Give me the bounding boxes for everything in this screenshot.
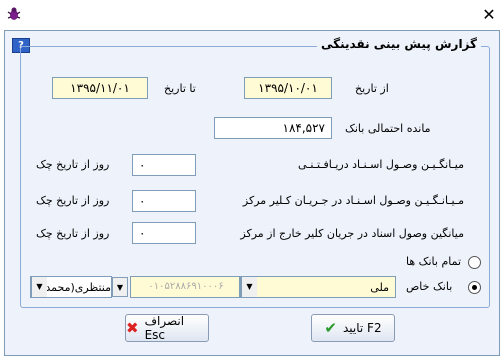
specific-bank-label: بانک خاص <box>406 280 453 293</box>
app-bug-icon <box>6 6 22 22</box>
cancel-button[interactable]: ✖ انصراف Esc <box>125 314 209 342</box>
avg-received-label: میـانگـیـن وصـول اسـنـاد دریـافـتـنـی <box>298 158 464 171</box>
title-bar <box>0 0 503 30</box>
chevron-down-icon[interactable]: ▼ <box>241 277 257 297</box>
account-number-value: ۰۱۰۵۲۸۸۶۹۱۰۰۰۶ <box>148 281 224 292</box>
account-owner-combo[interactable]: ▼ منتظری(محمد <box>30 276 112 298</box>
to-date-label: تا تاریخ <box>164 82 196 95</box>
avg-center-field[interactable]: ۰ <box>132 190 196 212</box>
confirm-button[interactable]: ✔ تایید F2 <box>311 314 395 342</box>
all-banks-label: تمام بانک ها <box>406 255 462 268</box>
close-icon[interactable]: ✕ <box>478 4 500 26</box>
from-date-field[interactable]: ۱۳۹۵/۱۰/۰۱ <box>244 77 332 99</box>
account-number-combo[interactable]: ۰۱۰۵۲۸۸۶۹۱۰۰۰۶ <box>130 276 240 298</box>
checkmark-icon: ✔ <box>324 319 337 337</box>
avg-center-label: مـیـانـگـیـن وصـول اسـنـاد در جـریـان کـ… <box>242 194 464 207</box>
chevron-down-icon[interactable]: ▼ <box>112 277 128 297</box>
all-banks-radio[interactable] <box>468 256 481 269</box>
bank-balance-field[interactable]: ۱۸۴,۵۲۷ <box>214 117 332 139</box>
from-date-label: از تاریخ <box>355 82 389 95</box>
group-title: گزارش پیش بینی نقدینگی <box>317 37 481 51</box>
avg-received-suffix: روز از تاریخ چک <box>36 158 110 171</box>
cancel-x-icon: ✖ <box>126 319 139 337</box>
specific-bank-radio[interactable] <box>468 281 481 294</box>
bank-balance-label: مانده احتمالی بانک <box>345 122 431 135</box>
account-owner-value: منتظری(محمد <box>47 281 111 294</box>
to-date-field[interactable]: ۱۳۹۵/۱۱/۰۱ <box>52 77 148 99</box>
cancel-button-label: انصراف Esc <box>144 314 185 342</box>
chevron-down-icon[interactable]: ▼ <box>31 277 47 297</box>
bank-name-value: ملی <box>370 281 389 294</box>
avg-received-field[interactable]: ۰ <box>132 154 196 176</box>
avg-outside-suffix: روز از تاریخ چک <box>36 227 110 240</box>
confirm-button-label: تایید F2 <box>342 321 382 335</box>
avg-center-suffix: روز از تاریخ چک <box>36 194 110 207</box>
bank-name-combo[interactable]: ▼ ملی <box>240 276 396 298</box>
avg-outside-label: میانگین وصول اسناد در جریان کلیر خارج از… <box>240 227 464 240</box>
avg-outside-field[interactable]: ۰ <box>132 222 196 244</box>
